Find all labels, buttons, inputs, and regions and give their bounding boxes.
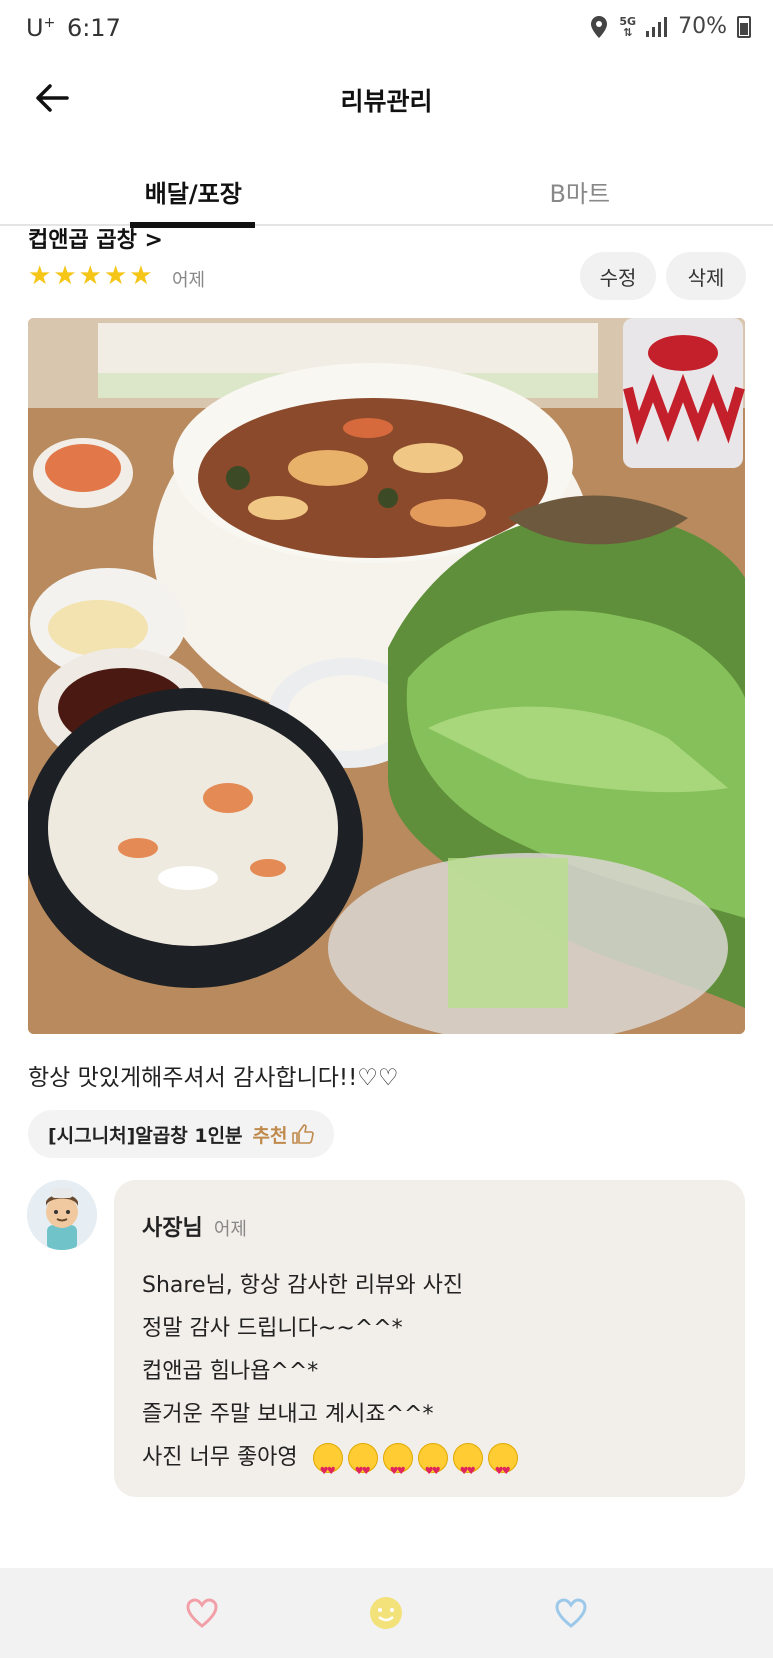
carrier-time: U+ 6:17: [26, 14, 121, 42]
recommend-label: 추천: [252, 1124, 288, 1147]
clock: 6:17: [66, 14, 121, 42]
menu-item-name: [시그니처]알곱창 1인분: [48, 1124, 243, 1147]
owner-name: 사장님: [142, 1216, 203, 1241]
reply-line-text: 사진 너무 좋아영: [142, 1445, 298, 1470]
battery-icon: [737, 15, 751, 38]
heart-eyes-emoji-icon: [417, 1443, 448, 1493]
review-text: 항상 맛있게해주셔서 감사합니다!!♡♡: [28, 1065, 399, 1091]
heart-eyes-emoji-icon: [347, 1443, 378, 1493]
signal-icon: [646, 16, 668, 37]
edit-button[interactable]: 수정: [580, 252, 656, 300]
tab-bmart-label: B마트: [549, 180, 611, 208]
heart-eyes-emoji-icon: [487, 1443, 518, 1493]
reply-line: 정말 감사 드립니다~~^^*: [142, 1316, 403, 1341]
tab-bmart[interactable]: B마트: [387, 160, 773, 224]
reply-line: Share님, 항상 감사한 리뷰와 사진: [142, 1273, 464, 1298]
star-rating: ★ ★ ★ ★ ★: [28, 262, 153, 290]
tab-delivery-label: 배달/포장: [144, 180, 242, 208]
status-icons: 5G ⇅ 70%: [589, 14, 751, 39]
star-icon: ★: [103, 261, 128, 291]
owner-reply: 사장님 어제 Share님, 항상 감사한 리뷰와 사진 정말 감사 드립니다~…: [114, 1180, 745, 1497]
star-icon: ★: [53, 261, 77, 291]
owner-reply-text: Share님, 항상 감사한 리뷰와 사진 정말 감사 드립니다~~^^* 컵앤…: [142, 1264, 717, 1493]
delete-button[interactable]: 삭제: [666, 252, 746, 300]
heart-blue-icon: [555, 1598, 587, 1628]
owner-reply-date: 어제: [213, 1219, 247, 1240]
store-name-link[interactable]: 컵앤곱 곱창 >: [28, 222, 163, 254]
tab-bar: 배달/포장 B마트: [0, 160, 773, 228]
smile-yellow-icon: [370, 1597, 403, 1629]
star-icon: ★: [28, 261, 52, 291]
nav-smile-yellow[interactable]: [368, 1595, 404, 1631]
menu-chip: [시그니처]알곱창 1인분 추천: [28, 1110, 334, 1158]
carrier-plus: +: [43, 15, 56, 31]
thumbs-up-icon: [291, 1124, 314, 1144]
emoji-row: [312, 1443, 523, 1493]
heart-eyes-emoji-icon: [382, 1443, 413, 1493]
reply-line: 즐거운 주말 보내고 계시죠^^*: [142, 1402, 434, 1427]
bottom-nav: [0, 1568, 773, 1658]
heart-pink-icon: [186, 1598, 218, 1628]
star-icon: ★: [78, 261, 102, 291]
star-icon: ★: [129, 261, 153, 291]
status-bar: U+ 6:17 5G ⇅ 70%: [0, 0, 773, 58]
owner-avatar: [27, 1180, 97, 1250]
owner-avatar-icon: [27, 1180, 97, 1250]
nav-heart-blue[interactable]: [553, 1595, 589, 1631]
nav-heart-pink[interactable]: [184, 1595, 220, 1631]
reply-line-last: 사진 너무 좋아영: [142, 1436, 717, 1493]
food-photo-illustration: [28, 318, 745, 1034]
battery-percent: 70%: [678, 14, 727, 39]
review-date: 어제: [172, 270, 206, 291]
reply-line: 컵앤곱 힘나욥^^*: [142, 1359, 319, 1384]
page-title: 리뷰관리: [340, 87, 433, 116]
tab-delivery[interactable]: 배달/포장: [0, 160, 387, 228]
review-photo[interactable]: [28, 318, 745, 1034]
app-header: 리뷰관리: [0, 60, 773, 136]
heart-eyes-emoji-icon: [312, 1443, 343, 1493]
heart-eyes-emoji-icon: [452, 1443, 483, 1493]
location-icon: [591, 15, 608, 38]
recommend-badge: 추천: [253, 1121, 314, 1148]
carrier-label: U: [26, 14, 44, 42]
network-5g-icon: 5G ⇅: [619, 14, 637, 39]
